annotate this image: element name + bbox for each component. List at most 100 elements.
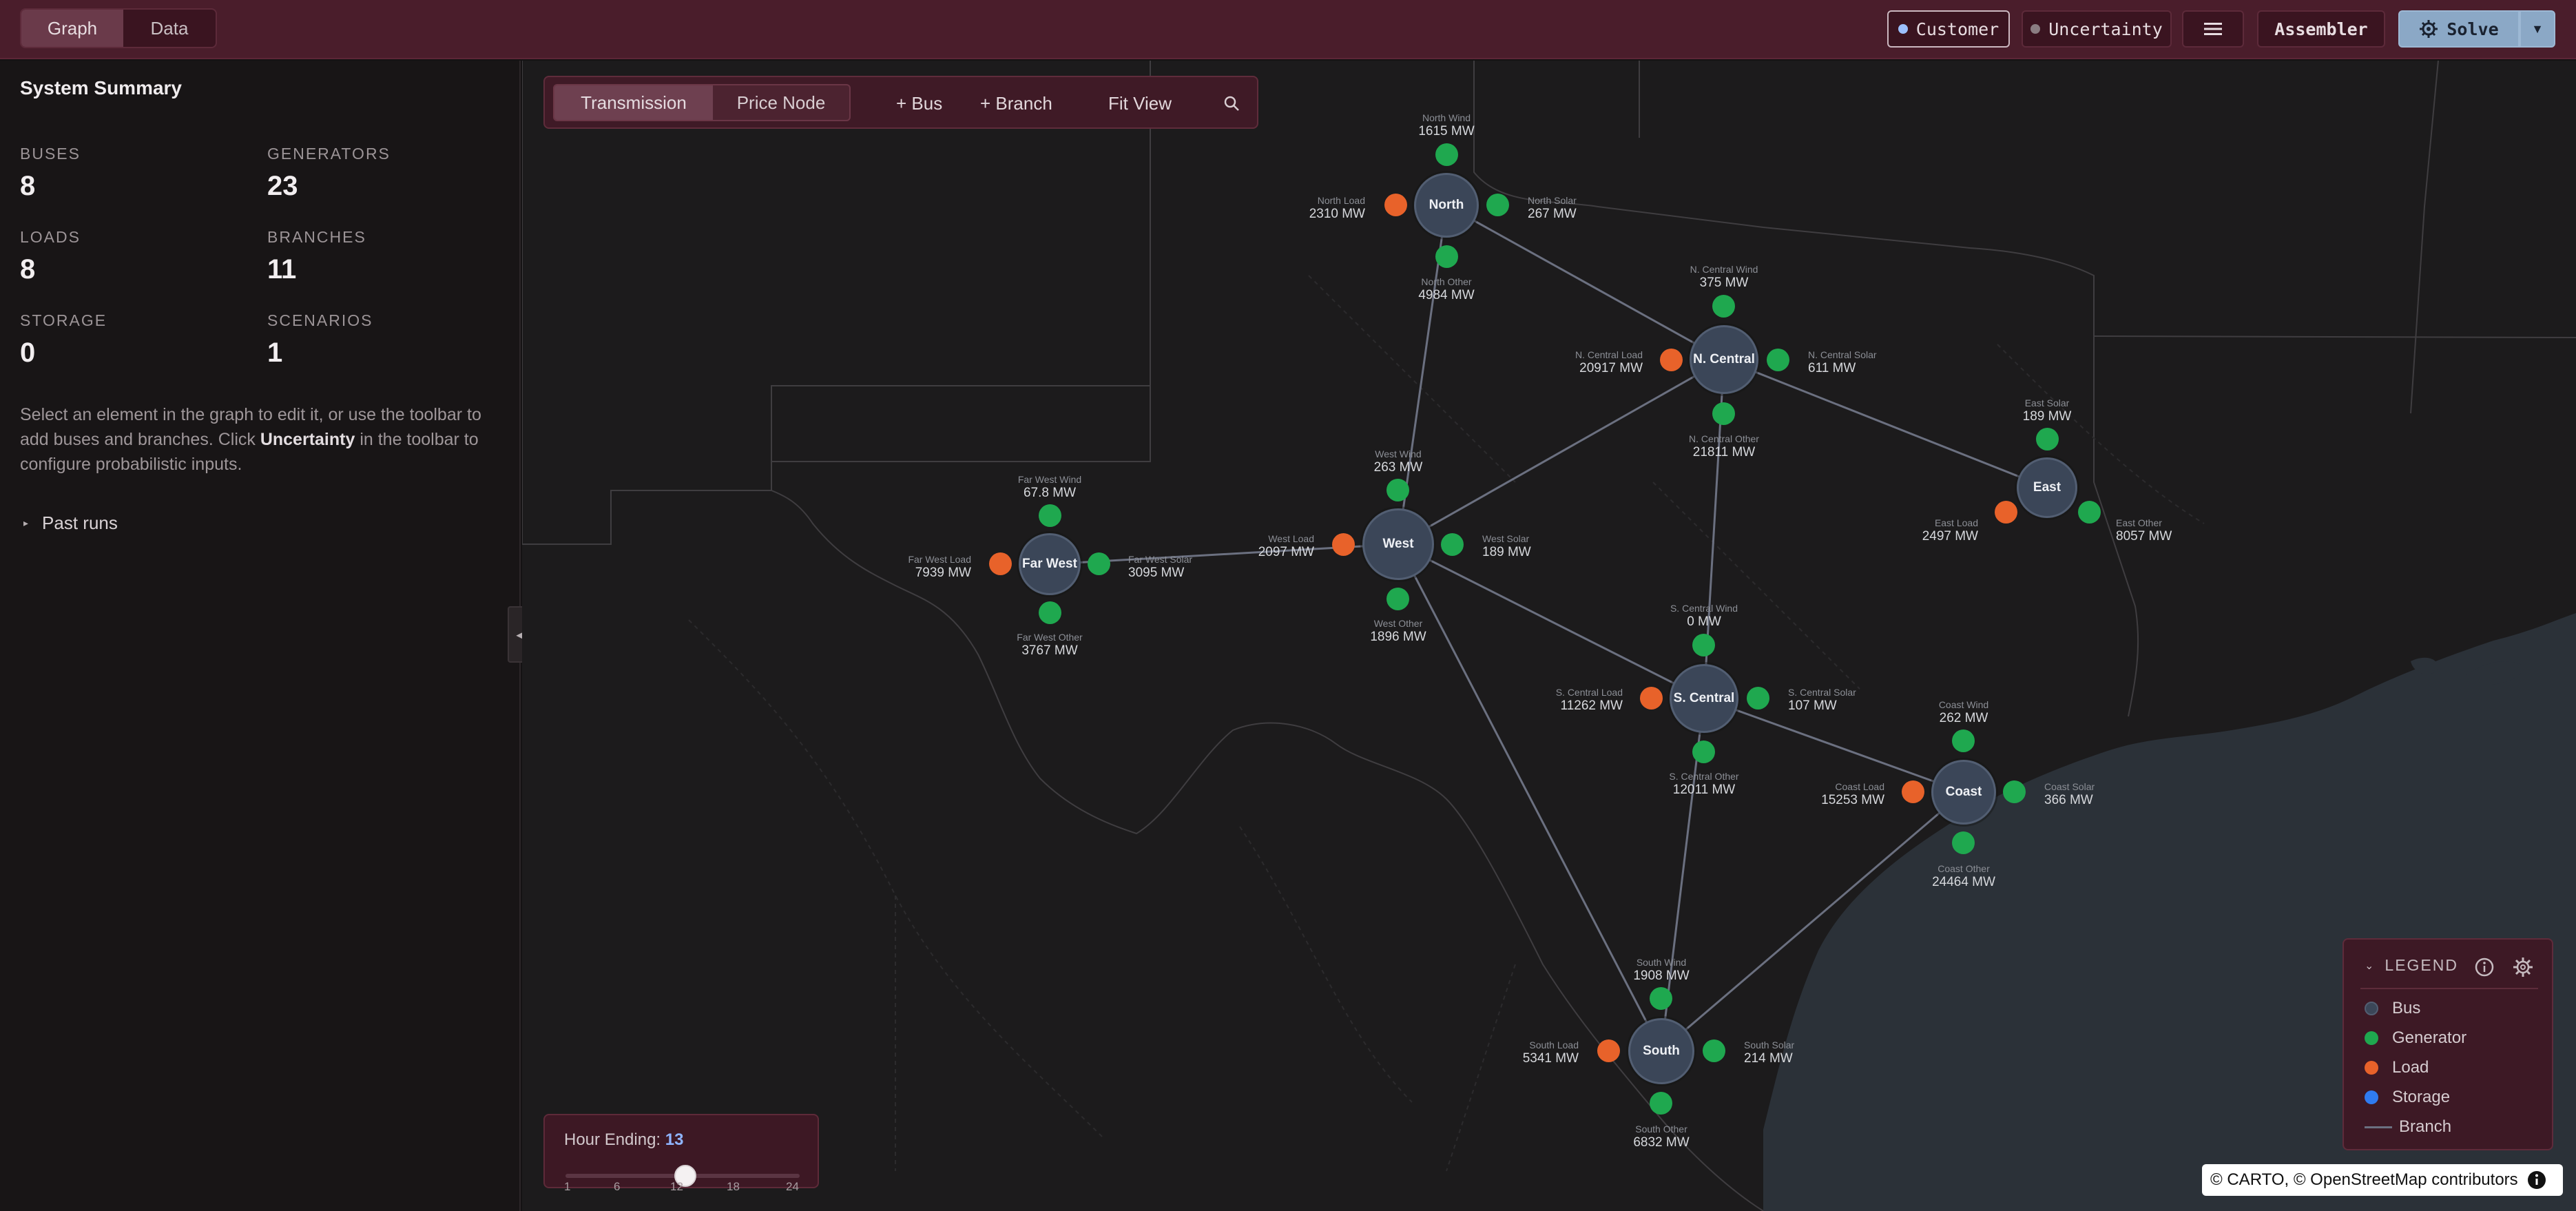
label-south-solar: South Solar 214 MW (1744, 1039, 1795, 1066)
generator-south-other[interactable] (1650, 1092, 1672, 1115)
add-bus-button[interactable]: + Bus (896, 85, 942, 121)
generator-south-solar[interactable] (1703, 1039, 1725, 1062)
generator-west-other[interactable] (1386, 588, 1409, 610)
stat-value-buses: 8 (20, 171, 36, 201)
info-icon[interactable] (2473, 956, 2495, 978)
generator-ncentral-solar[interactable] (1767, 349, 1789, 371)
load-ncentral[interactable] (1660, 349, 1683, 371)
load-scentral[interactable] (1640, 687, 1663, 710)
generator-coast-other[interactable] (1952, 831, 1975, 854)
bus-east[interactable]: East (2017, 457, 2077, 518)
label-scentral-load: S. Central Load 11262 MW (1555, 687, 1623, 713)
gear-icon[interactable] (2512, 956, 2534, 978)
solve-dropdown-button[interactable]: ▼ (2520, 10, 2555, 48)
network-view-toggle: Transmission Price Node (553, 84, 851, 121)
generator-south-wind[interactable] (1650, 987, 1672, 1010)
generator-ncentral-other[interactable] (1712, 402, 1735, 425)
search-button[interactable] (1223, 85, 1240, 121)
generator-coast-wind[interactable] (1952, 729, 1975, 752)
label-farwest-other: Far West Other 3767 MW (1017, 632, 1083, 658)
gear-icon (2420, 20, 2438, 38)
bus-ncentral[interactable]: N. Central (1690, 325, 1758, 394)
generator-coast-solar[interactable] (2003, 780, 2026, 803)
attribution-text[interactable]: © CARTO, © OpenStreetMap contributors (2210, 1170, 2518, 1190)
bus-west[interactable]: West (1362, 508, 1434, 580)
bus-north[interactable]: North (1414, 173, 1479, 238)
hour-ending-panel: Hour Ending: 13 1 6 12 18 24 (543, 1114, 819, 1193)
generator-scentral-other[interactable] (1692, 741, 1715, 763)
legend-item-bus: Bus (2365, 999, 2420, 1018)
assembler-button[interactable]: Assembler (2257, 10, 2385, 48)
add-branch-button[interactable]: + Branch (980, 85, 1052, 121)
hour-ending-label: Hour Ending: 13 (564, 1130, 683, 1150)
label-north-solar: North Solar 267 MW (1528, 195, 1577, 221)
label-farwest-wind: Far West Wind 67.8 MW (1017, 474, 1082, 500)
customer-dot-icon (1898, 24, 1908, 34)
tab-price-node[interactable]: Price Node (713, 85, 849, 120)
generator-farwest-other[interactable] (1039, 601, 1061, 624)
tab-data[interactable]: Data (123, 10, 216, 47)
legend-label: Load (2392, 1058, 2429, 1077)
load-coast[interactable] (1902, 780, 1924, 803)
fit-view-button[interactable]: Fit View (1108, 85, 1172, 121)
map-attribution: © CARTO, © OpenStreetMap contributors (2202, 1164, 2563, 1196)
label-south-load: South Load 5341 MW (1522, 1039, 1579, 1066)
info-icon[interactable] (2526, 1170, 2547, 1190)
label-south-wind: South Wind 1908 MW (1633, 957, 1690, 983)
menu-button[interactable] (2182, 10, 2244, 48)
caret-right-icon: ▸ (23, 517, 29, 528)
bus-coast[interactable]: Coast (1931, 760, 1996, 825)
assembler-label: Assembler (2274, 19, 2368, 39)
bus-farwest[interactable]: Far West (1019, 533, 1081, 595)
label-ncentral-load: N. Central Load 20917 MW (1575, 349, 1643, 375)
generator-ncentral-wind[interactable] (1712, 295, 1735, 318)
label-scentral-solar: S. Central Solar 107 MW (1788, 687, 1856, 713)
generator-scentral-solar[interactable] (1747, 687, 1769, 710)
bus-swatch-icon (2365, 1002, 2378, 1015)
hamburger-menu-icon (2204, 23, 2222, 35)
tick-label: 18 (727, 1180, 740, 1193)
generator-west-solar[interactable] (1441, 533, 1464, 556)
legend-header[interactable]: ⌄ LEGEND (2365, 956, 2458, 975)
load-west[interactable] (1332, 533, 1355, 556)
generator-scentral-wind[interactable] (1692, 634, 1715, 656)
label-north-other: North Other 4984 MW (1418, 276, 1475, 302)
solve-button[interactable]: Solve (2398, 10, 2520, 48)
legend-divider (2360, 988, 2538, 989)
legend-item-storage: Storage (2365, 1088, 2450, 1107)
generator-north-wind[interactable] (1435, 143, 1458, 166)
generator-east-solar[interactable] (2036, 428, 2059, 451)
generator-north-other[interactable] (1435, 245, 1458, 268)
past-runs-toggle[interactable]: ▸ Past runs (23, 513, 118, 534)
load-farwest[interactable] (989, 552, 1012, 575)
label-east-load: East Load 2497 MW (1922, 517, 1978, 544)
generator-west-wind[interactable] (1386, 479, 1409, 501)
graph-toolbar: Transmission Price Node + Bus + Branch F… (543, 76, 1258, 129)
tab-graph[interactable]: Graph (21, 10, 123, 47)
load-south[interactable] (1597, 1039, 1620, 1062)
customer-label: Customer (1915, 19, 1999, 39)
uncertainty-dot-icon (2030, 24, 2041, 34)
legend-label: Generator (2392, 1028, 2467, 1047)
app-window: Graph Data Customer Uncertainty Assemble… (0, 0, 2576, 1211)
branch-ncentral-east[interactable] (1723, 358, 2048, 489)
top-bar: Graph Data Customer Uncertainty Assemble… (0, 0, 2576, 59)
bus-scentral[interactable]: S. Central (1670, 664, 1738, 733)
generator-east-other[interactable] (2078, 501, 2101, 524)
generator-swatch-icon (2365, 1031, 2378, 1045)
tab-transmission[interactable]: Transmission (554, 85, 713, 120)
label-west-wind: West Wind 263 MW (1373, 448, 1423, 475)
legend-item-generator: Generator (2365, 1028, 2466, 1048)
load-east[interactable] (1995, 501, 2017, 524)
generator-farwest-wind[interactable] (1039, 504, 1061, 527)
help-text-bold: Uncertainty (260, 430, 355, 449)
uncertainty-button[interactable]: Uncertainty (2022, 10, 2172, 48)
customer-button[interactable]: Customer (1887, 10, 2010, 48)
stat-value-scenarios: 1 (267, 338, 283, 368)
bus-south[interactable]: South (1628, 1018, 1694, 1084)
branch-line-icon (2365, 1126, 2392, 1128)
generator-north-solar[interactable] (1486, 194, 1509, 216)
load-north[interactable] (1384, 194, 1407, 216)
generator-farwest-solar[interactable] (1088, 552, 1110, 575)
label-east-solar: East Solar 189 MW (2022, 397, 2072, 424)
